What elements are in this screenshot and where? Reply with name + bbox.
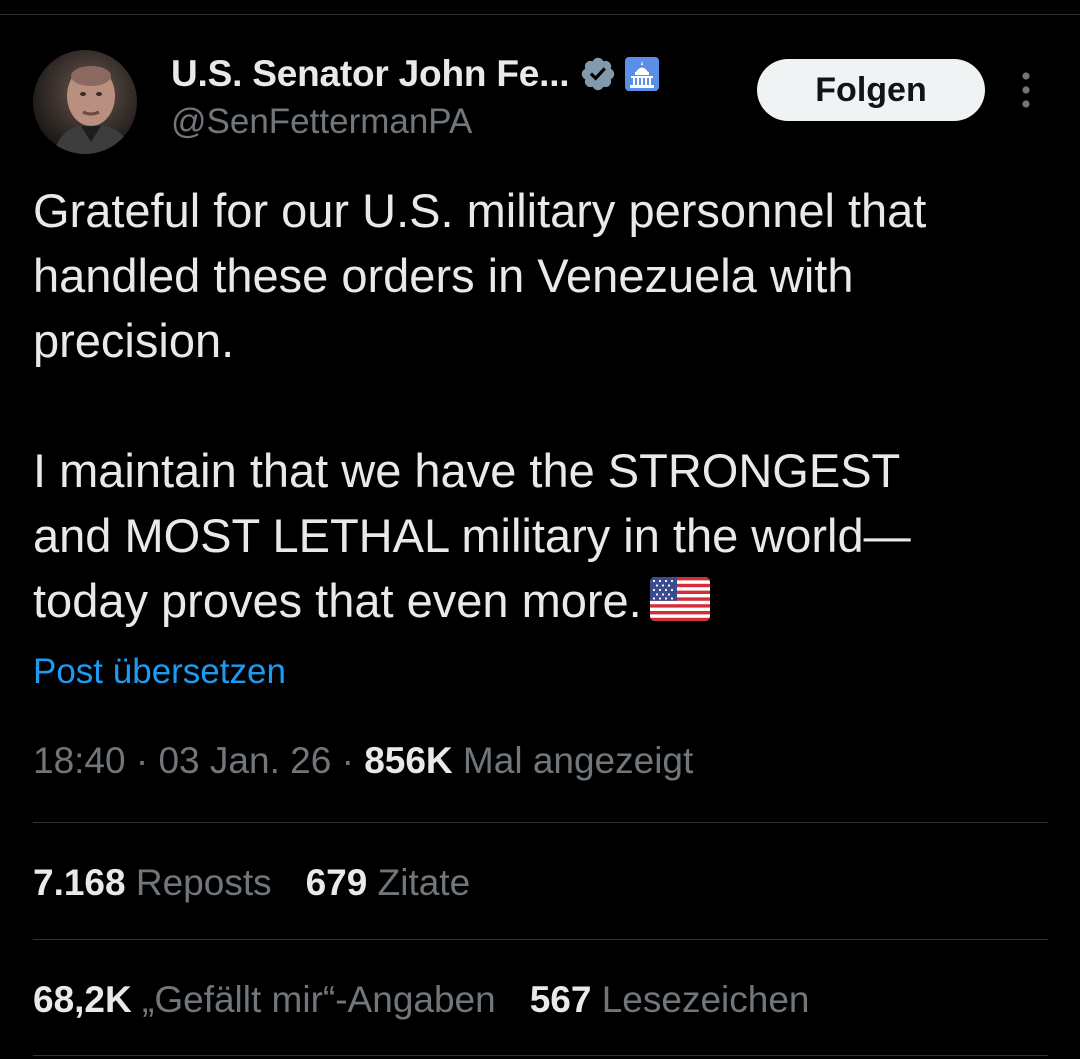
views-count[interactable]: 856K: [364, 740, 452, 781]
divider: [33, 939, 1048, 940]
bookmarks-label: Lesezeichen: [601, 979, 810, 1020]
translate-post-link[interactable]: Post übersetzen: [33, 652, 286, 692]
quotes-label: Zitate: [377, 862, 471, 903]
likes-stat[interactable]: 68,2K „Gefällt mir“-Angaben: [33, 979, 496, 1021]
bookmarks-stat[interactable]: 567 Lesezeichen: [530, 979, 810, 1021]
tweet-paragraph: I maintain that we have the STRONGEST and…: [33, 438, 1043, 633]
display-name[interactable]: U.S. Senator John Fe...: [171, 53, 570, 95]
reposts-stat[interactable]: 7.168 Reposts: [33, 862, 272, 904]
tweet-text: Grateful for our U.S. military personnel…: [33, 178, 1043, 633]
stats-row-reposts: 7.168 Reposts 679 Zitate: [33, 862, 470, 904]
reposts-count: 7.168: [33, 862, 126, 903]
stats-row-likes: 68,2K „Gefällt mir“-Angaben 567 Lesezeich…: [33, 979, 809, 1021]
tweet-header: U.S. Senator John Fe... @SenFettermanPA …: [0, 0, 1080, 160]
meta-separator: ·: [341, 740, 354, 781]
meta-separator: ·: [135, 740, 149, 781]
tweet-line: I maintain that we have the STRONGEST: [33, 444, 901, 497]
capitol-building-icon[interactable]: [625, 57, 660, 91]
follow-button[interactable]: Folgen: [757, 59, 985, 121]
likes-label: „Gefällt mir“-Angaben: [142, 979, 496, 1020]
tweet-line: today proves that even more.: [33, 574, 642, 627]
reposts-label: Reposts: [135, 862, 272, 903]
name-row: U.S. Senator John Fe...: [171, 48, 660, 100]
us-flag-icon: [649, 572, 710, 621]
profile-photo-icon: [53, 66, 133, 154]
quotes-count: 679: [305, 862, 368, 903]
tweet-paragraph: Grateful for our U.S. military personnel…: [33, 184, 927, 367]
tweet-meta: 18:40 · 03 Jan. 26 · 856K Mal angezeigt: [33, 740, 693, 782]
more-vertical-icon[interactable]: [1012, 70, 1040, 110]
views-label: Mal angezeigt: [462, 740, 694, 781]
likes-count: 68,2K: [33, 979, 132, 1020]
tweet-time[interactable]: 18:40: [33, 740, 126, 781]
quotes-stat[interactable]: 679 Zitate: [306, 862, 471, 904]
tweet-line: and MOST LETHAL military in the world—: [33, 509, 911, 562]
handle[interactable]: @SenFettermanPA: [171, 102, 472, 142]
verified-badge-icon[interactable]: [579, 55, 617, 93]
tweet-date[interactable]: 03 Jan. 26: [158, 740, 331, 781]
divider: [33, 1055, 1048, 1056]
avatar[interactable]: [33, 50, 137, 154]
divider: [33, 822, 1048, 823]
bookmarks-count: 567: [529, 979, 592, 1020]
